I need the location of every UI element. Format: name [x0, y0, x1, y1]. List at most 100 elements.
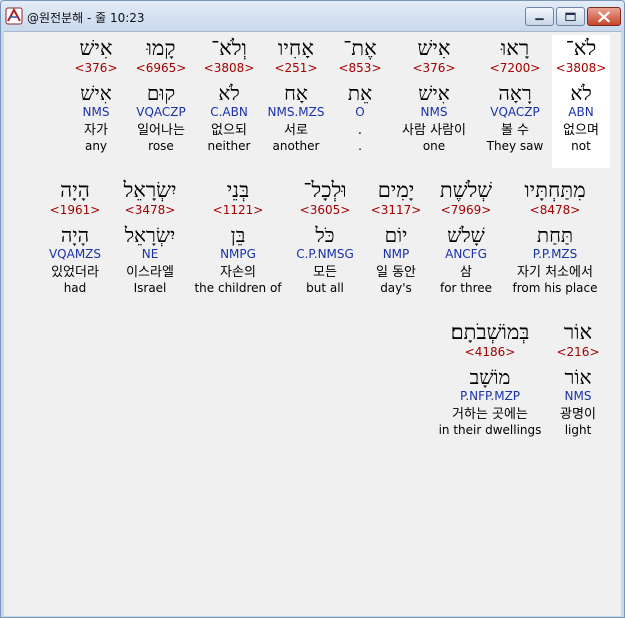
- lemma-word: אֵת: [347, 81, 373, 105]
- strongs-number[interactable]: <4186>: [434, 345, 546, 359]
- close-button[interactable]: [587, 7, 621, 26]
- hebrew-word: אוֹר: [563, 320, 593, 344]
- maximize-button[interactable]: [556, 7, 585, 26]
- hebrew-word: בְּנֵי: [226, 178, 250, 202]
- lemma-word: לֹא: [218, 81, 240, 105]
- english-gloss: not: [571, 139, 591, 153]
- strongs-number[interactable]: <216>: [550, 345, 606, 359]
- hebrew-word: וְלֹא־: [211, 36, 247, 60]
- app-window: @원전분해 - 줄 10:23 לֹא־ <3808> לֹא ABN 없으며 …: [0, 0, 625, 618]
- strongs-number[interactable]: <3808>: [200, 61, 258, 75]
- korean-gloss: 사람 사람이: [402, 123, 466, 138]
- hebrew-word: מִתַּחְתָּיו: [524, 178, 586, 202]
- strongs-number[interactable]: <6965>: [126, 61, 196, 75]
- word-cell[interactable]: לֹא־ <3808> לֹא ABN 없으며 not: [552, 35, 610, 168]
- strongs-number[interactable]: <3117>: [366, 203, 426, 217]
- strongs-number[interactable]: <7969>: [430, 203, 502, 217]
- parse-code: P.P.MZS: [532, 247, 578, 261]
- parse-code: O: [355, 105, 365, 119]
- word-cell[interactable]: שְׁלֹשֶׁת <7969> שָׁלֹשׁ ANCFG 삼 for thr…: [430, 177, 502, 295]
- parse-code: C.ABN: [210, 105, 248, 119]
- lemma-word: אָח: [284, 81, 308, 105]
- hebrew-word: יִשְׂרָאֵל: [123, 178, 177, 202]
- korean-gloss: 삼: [460, 265, 472, 280]
- english-gloss: one: [422, 139, 446, 153]
- verse-row-3: אוֹר <216> אוֹר NMS 광명이 light בְּמוֹשְׁב…: [4, 319, 621, 454]
- strongs-number[interactable]: <7200>: [482, 61, 548, 75]
- lemma-word: רָאָה: [498, 81, 532, 105]
- korean-gloss: 일어나는: [137, 123, 185, 138]
- english-gloss: had: [63, 281, 87, 295]
- hebrew-word: הָיָה: [60, 178, 90, 202]
- word-cell[interactable]: הָיָה <1961> הָיָה VQAMZS 있었더라 had: [42, 177, 108, 295]
- word-cell[interactable]: רָאוּ <7200> רָאָה VQACZP 볼 수 They saw: [482, 35, 548, 153]
- korean-gloss: 광명이: [560, 407, 596, 422]
- hebrew-word: אִישׁ: [79, 36, 113, 60]
- english-gloss: They saw: [486, 139, 544, 153]
- strongs-number[interactable]: <3808>: [552, 61, 610, 75]
- parse-code: NE: [141, 247, 159, 261]
- strongs-number[interactable]: <251>: [262, 61, 330, 75]
- english-gloss: light: [564, 423, 592, 437]
- interlinear-view[interactable]: לֹא־ <3808> לֹא ABN 없으며 not רָאוּ <7200>…: [4, 31, 621, 616]
- word-cell[interactable]: אָחִיו <251> אָח NMS.MZS 서로 another: [262, 35, 330, 153]
- lemma-word: כֹּל: [315, 223, 335, 247]
- hebrew-word: וּלְכָל־: [303, 178, 347, 202]
- parse-code: NMS: [82, 105, 110, 119]
- word-cell[interactable]: קָמוּ <6965> קוּם VQACZP 일어나는 rose: [126, 35, 196, 153]
- strongs-number[interactable]: <3605>: [288, 203, 362, 217]
- korean-gloss: 모든: [313, 265, 337, 280]
- word-cell[interactable]: אֶת־ <853> אֵת O . .: [334, 35, 386, 153]
- hebrew-word: שְׁלֹשֶׁת: [439, 178, 493, 202]
- english-gloss: for three: [439, 281, 493, 295]
- english-gloss: another: [272, 139, 320, 153]
- parse-code: VQACZP: [136, 105, 186, 119]
- app-icon: [5, 7, 23, 25]
- word-cell[interactable]: בְּנֵי <1121> בֵּן NMPG 자손의 the children…: [192, 177, 284, 295]
- strongs-number[interactable]: <8478>: [506, 203, 604, 217]
- parse-code: VQAMZS: [48, 247, 102, 261]
- strongs-number[interactable]: <1121>: [192, 203, 284, 217]
- word-cell[interactable]: יָמִים <3117> יוֹם NMP 일 동안 day's: [366, 177, 426, 295]
- word-cell[interactable]: אוֹר <216> אוֹר NMS 광명이 light: [550, 319, 606, 437]
- word-cell[interactable]: מִתַּחְתָּיו <8478> תַּחַת P.P.MZS 자기 처소…: [506, 177, 604, 295]
- english-gloss: from his place: [512, 281, 598, 295]
- verse-row-2: מִתַּחְתָּיו <8478> תַּחַת P.P.MZS 자기 처소…: [4, 177, 621, 312]
- strongs-number[interactable]: <1961>: [42, 203, 108, 217]
- english-gloss: day's: [380, 281, 412, 295]
- lemma-word: מוֹשָׁב: [469, 365, 511, 389]
- minimize-icon: [535, 18, 544, 21]
- strongs-number[interactable]: <376>: [390, 61, 478, 75]
- parse-code: NMS.MZS: [267, 105, 325, 119]
- parse-code: NMS: [564, 389, 592, 403]
- strongs-number[interactable]: <853>: [334, 61, 386, 75]
- korean-gloss: 없으되: [211, 123, 247, 138]
- word-cell[interactable]: וְלֹא־ <3808> לֹא C.ABN 없으되 neither: [200, 35, 258, 153]
- strongs-number[interactable]: <3478>: [112, 203, 188, 217]
- minimize-button[interactable]: [525, 7, 554, 26]
- word-cell[interactable]: יִשְׂרָאֵל <3478> יִשְׂרָאֵל NE 이스라엘 Isr…: [112, 177, 188, 295]
- hebrew-word: רָאוּ: [500, 36, 530, 60]
- title-bar[interactable]: @원전분해 - 줄 10:23: [1, 1, 624, 31]
- lemma-word: שָׁלֹשׁ: [447, 223, 485, 247]
- lemma-word: אוֹר: [564, 365, 592, 389]
- word-cell[interactable]: אִישׁ <376> אִישׁ NMS 사람 사람이 one: [390, 35, 478, 153]
- english-gloss: .: [358, 139, 362, 153]
- english-gloss: the children of: [194, 281, 282, 295]
- lemma-word: הָיָה: [60, 223, 90, 247]
- word-cell[interactable]: בְּמוֹשְׁבֹתָם׃ <4186> מוֹשָׁב P.NFP.MZP…: [434, 319, 546, 437]
- hebrew-word: יָמִים: [377, 178, 415, 202]
- english-gloss: any: [84, 139, 108, 153]
- strongs-number[interactable]: <376>: [70, 61, 122, 75]
- korean-gloss: 이스라엘: [126, 265, 174, 280]
- english-gloss: in their dwellings: [438, 423, 542, 437]
- lemma-word: אִישׁ: [80, 81, 112, 105]
- korean-gloss: 거하는 곳에는: [452, 407, 528, 422]
- parse-code: P.NFP.MZP: [459, 389, 521, 403]
- parse-code: ABN: [568, 105, 594, 119]
- hebrew-word: קָמוּ: [146, 36, 176, 60]
- parse-code: NMS: [420, 105, 448, 119]
- word-cell[interactable]: אִישׁ <376> אִישׁ NMS 자가 any: [70, 35, 122, 153]
- parse-code: VQACZP: [490, 105, 540, 119]
- word-cell[interactable]: וּלְכָל־ <3605> כֹּל C.P.NMSG 모든 but all: [288, 177, 362, 295]
